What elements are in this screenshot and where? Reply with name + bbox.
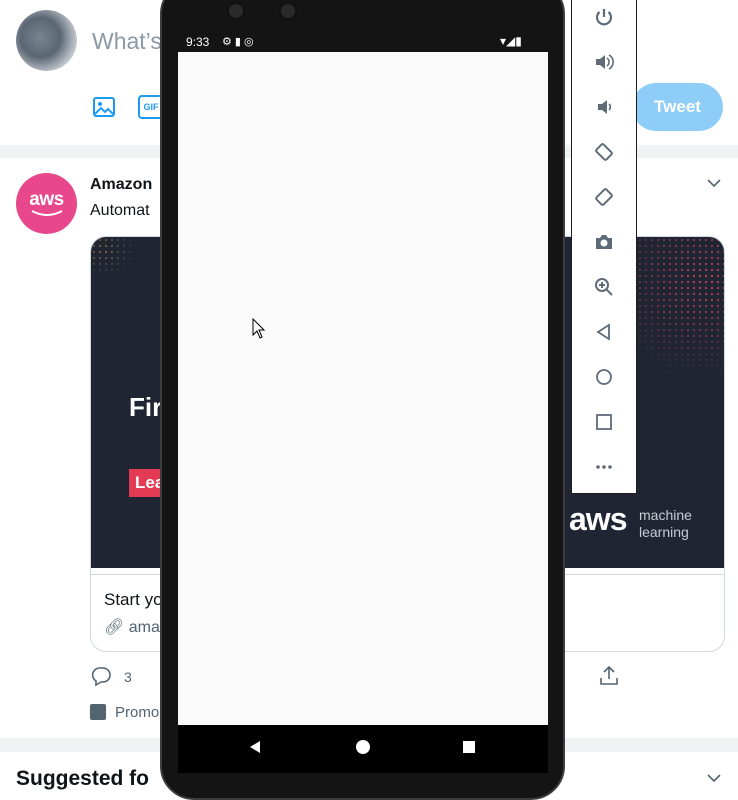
emulator-toolbar	[571, 0, 637, 494]
back-icon[interactable]	[244, 736, 266, 758]
reply-count: 3	[124, 669, 132, 685]
more-icon[interactable]	[593, 456, 615, 478]
status-right-icons: ▾◢▮	[500, 34, 522, 48]
share-icon[interactable]	[598, 665, 620, 687]
suggested-heading: Suggested fo	[16, 767, 150, 790]
chevron-down-icon[interactable]	[706, 175, 722, 191]
home-icon[interactable]	[593, 366, 615, 388]
zoom-icon[interactable]	[593, 276, 615, 298]
promoted-icon	[90, 704, 106, 720]
tweet-author[interactable]: Amazon	[90, 176, 152, 194]
user-avatar[interactable]	[16, 10, 77, 71]
status-time: 9:33	[186, 35, 210, 49]
android-navbar	[178, 725, 548, 773]
power-icon[interactable]	[593, 6, 615, 28]
reply-icon[interactable]	[90, 665, 112, 687]
back-icon[interactable]	[593, 321, 615, 343]
promoted-label: Promo	[115, 704, 160, 721]
overview-icon[interactable]	[593, 411, 615, 433]
mouse-cursor-icon	[252, 318, 266, 339]
camera-icon[interactable]	[593, 231, 615, 253]
volume-up-icon[interactable]	[593, 51, 615, 73]
overview-icon[interactable]	[458, 736, 480, 758]
chevron-down-icon[interactable]	[706, 770, 722, 786]
home-icon[interactable]	[352, 736, 374, 758]
tweet-button[interactable]: Tweet	[632, 83, 723, 131]
media-icon[interactable]	[92, 95, 116, 119]
card-description: Start yo	[104, 590, 163, 609]
emulator-screen[interactable]	[178, 52, 548, 725]
aws-logo: aws	[569, 501, 627, 537]
status-icons: ⚙ ▮ ◎	[222, 36, 254, 48]
card-headline: Fir	[129, 392, 163, 422]
tweet-text: Automat	[90, 202, 150, 219]
front-camera	[227, 2, 245, 20]
rotate-left-icon[interactable]	[593, 141, 615, 163]
front-sensor	[279, 2, 297, 20]
card-link[interactable]: 🔗︎ ama	[104, 617, 160, 637]
volume-down-icon[interactable]	[593, 96, 615, 118]
link-icon: 🔗︎	[104, 619, 125, 636]
compose-input[interactable]: What’s	[92, 28, 162, 55]
rotate-right-icon[interactable]	[593, 186, 615, 208]
author-avatar[interactable]: aws	[16, 173, 77, 234]
aws-ml-label: machine learning	[639, 507, 692, 540]
